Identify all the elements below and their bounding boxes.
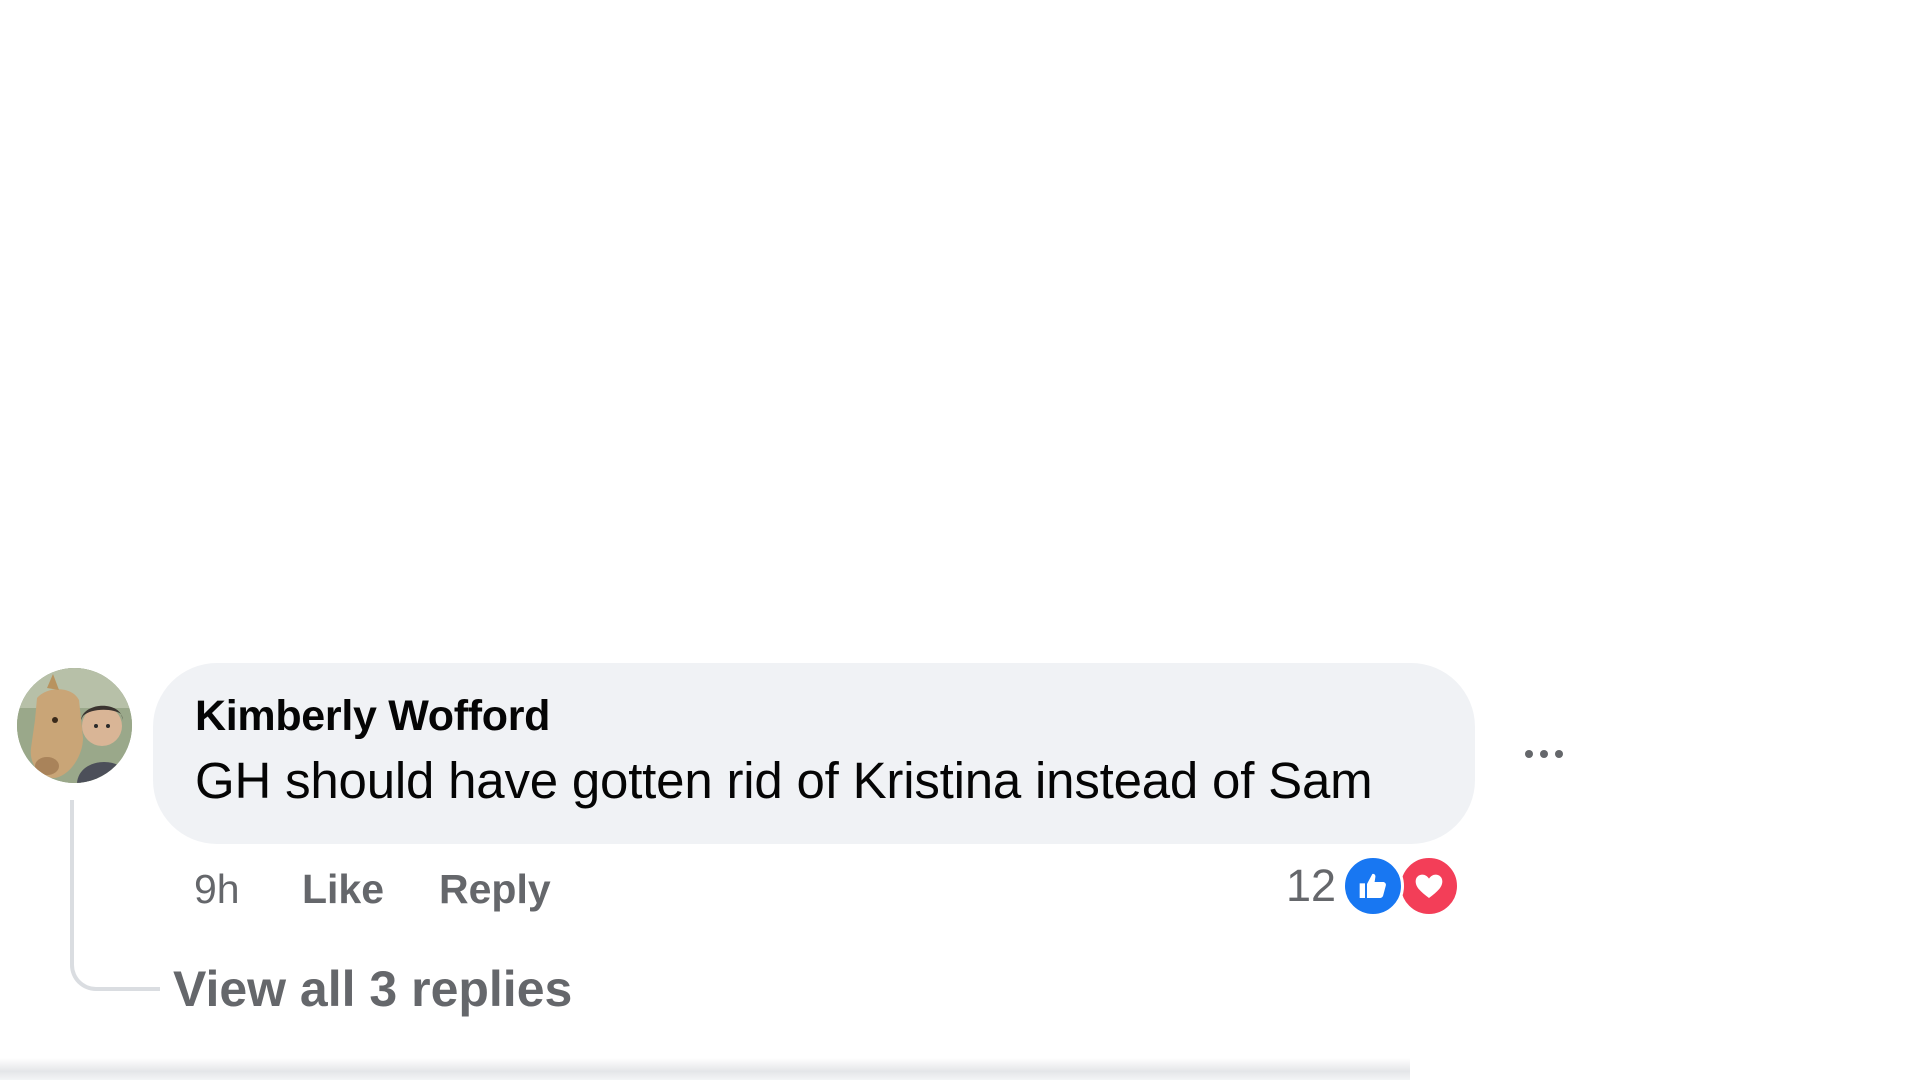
bottom-divider (0, 1058, 1410, 1080)
reply-thread-line (70, 800, 160, 991)
comment-text: GH should have gotten rid of Kristina in… (195, 752, 1373, 809)
comment-page: Kimberly Wofford GH should have gotten r… (0, 0, 1920, 1080)
more-options-icon-dot (1555, 750, 1563, 758)
avatar-image (17, 668, 132, 783)
view-replies-link[interactable]: View all 3 replies (173, 960, 572, 1018)
reaction-count: 12 (1286, 860, 1337, 911)
more-options-button[interactable] (1509, 728, 1579, 780)
more-options-icon-dot (1540, 750, 1548, 758)
more-options-icon (1525, 750, 1533, 758)
reactions-summary[interactable]: 12 (1286, 853, 1461, 919)
like-button[interactable]: Like (302, 866, 384, 913)
love-icon (1398, 855, 1461, 917)
reply-button[interactable]: Reply (439, 866, 551, 913)
author-avatar[interactable] (17, 668, 132, 783)
comment-bubble: Kimberly Wofford GH should have gotten r… (153, 663, 1475, 844)
comment-author-name[interactable]: Kimberly Wofford (195, 692, 550, 741)
comment-timestamp[interactable]: 9h (194, 866, 240, 913)
like-icon (1342, 855, 1405, 917)
